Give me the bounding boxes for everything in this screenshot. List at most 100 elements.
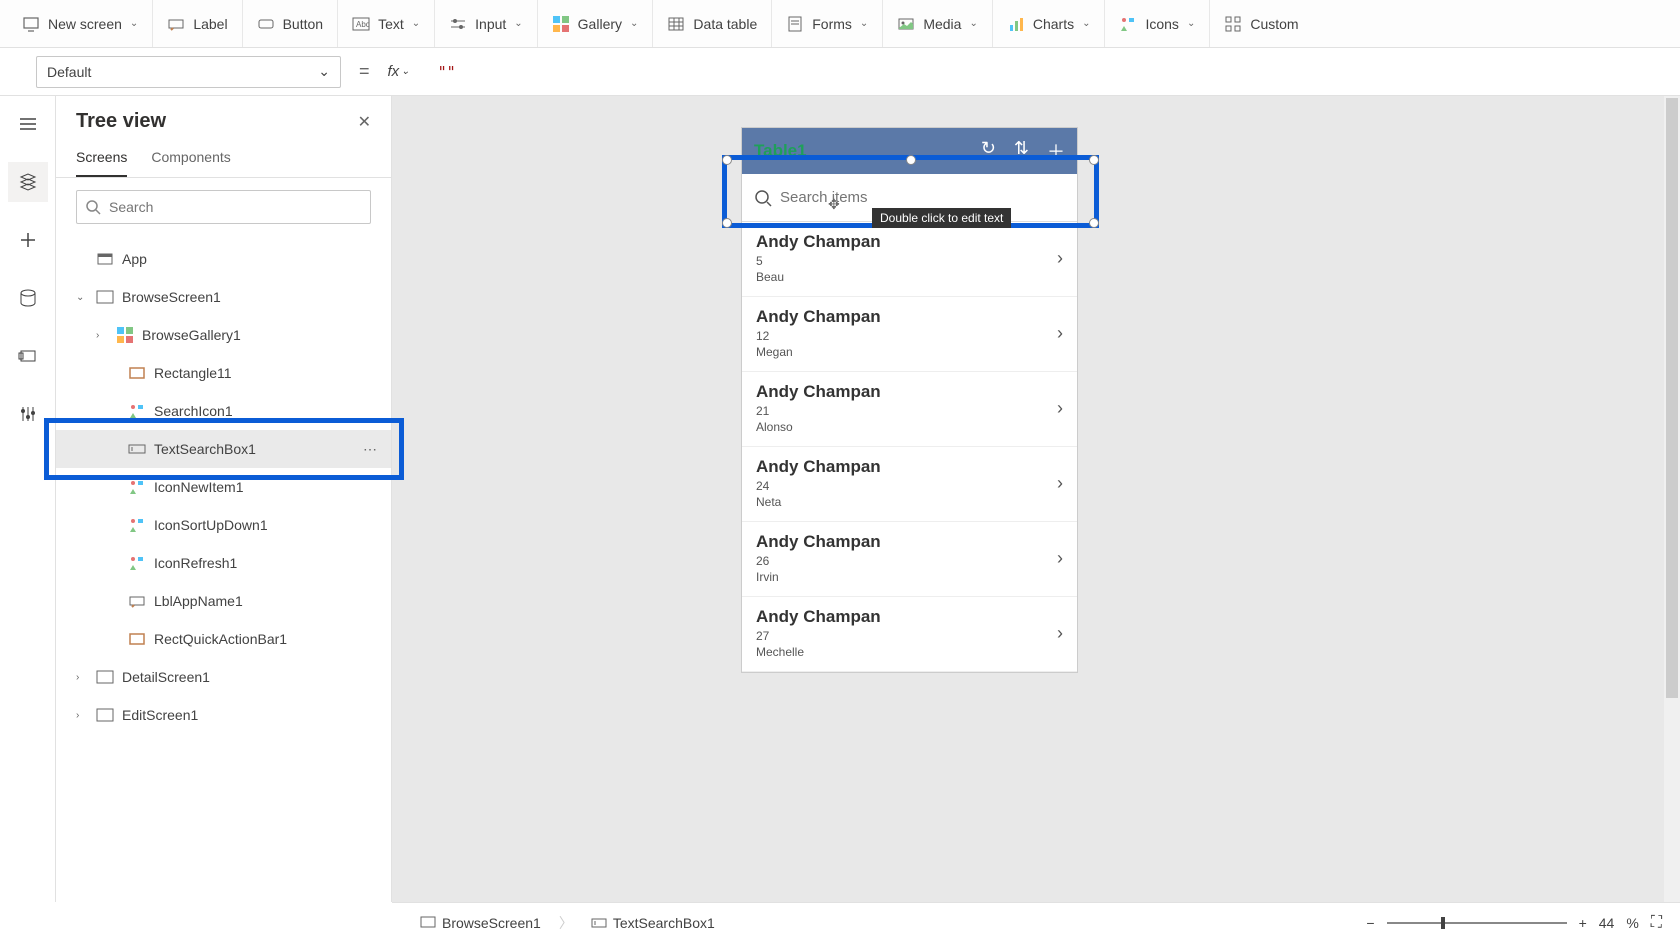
row-name: Andy Champan: [756, 382, 881, 402]
row-name: Andy Champan: [756, 532, 881, 552]
chevron-down-icon: ⌄: [1082, 18, 1090, 29]
fx-button[interactable]: fx ⌄: [388, 63, 410, 80]
tree-item-searchicon1[interactable]: SearchIcon1: [56, 392, 391, 430]
app-bar: Table1 ↻ ⇅ ＋: [742, 128, 1077, 174]
tree-item-icon: [128, 554, 146, 572]
tree-item-textsearchbox1[interactable]: TextSearchBox1 ⋯: [56, 430, 391, 468]
chevron-down-icon: ⌄: [130, 18, 138, 29]
breadcrumb-control[interactable]: TextSearchBox1: [581, 911, 725, 935]
input-label: Input: [475, 16, 506, 32]
fullscreen-button[interactable]: ⛶: [1651, 914, 1662, 932]
tree-item-label: App: [122, 251, 147, 267]
gallery-row[interactable]: Andy Champan24Neta›: [742, 447, 1077, 522]
tree-item-label: BrowseScreen1: [122, 289, 221, 305]
tree-item-browsescreen1[interactable]: ⌄BrowseScreen1: [56, 278, 391, 316]
zoom-slider[interactable]: [1387, 922, 1567, 924]
gallery-button[interactable]: Gallery ⌄: [538, 0, 654, 47]
more-button[interactable]: ⋯: [363, 441, 379, 458]
new-screen-button[interactable]: New screen ⌄: [8, 0, 153, 47]
tree-item-app[interactable]: App: [56, 240, 391, 278]
gallery-row[interactable]: Andy Champan5Beau›: [742, 222, 1077, 297]
label-button[interactable]: Label: [153, 0, 242, 47]
insert-button[interactable]: [8, 220, 48, 260]
tree-item-detailscreen1[interactable]: ›DetailScreen1: [56, 658, 391, 696]
tree-view-button[interactable]: [8, 162, 48, 202]
row-value: 5: [756, 254, 881, 268]
media-rail-button[interactable]: [8, 336, 48, 376]
tree-item-icon: [128, 364, 146, 382]
zoom-value: 44: [1599, 915, 1615, 931]
tree-item-rectquickactionbar1[interactable]: RectQuickActionBar1: [56, 620, 391, 658]
button-button[interactable]: Button: [243, 0, 338, 47]
tree-item-label: BrowseGallery1: [142, 327, 241, 343]
custom-label: Custom: [1250, 16, 1298, 32]
row-value: 27: [756, 629, 881, 643]
tab-screens[interactable]: Screens: [76, 141, 127, 177]
datatable-label: Data table: [693, 16, 757, 32]
row-value: 21: [756, 404, 881, 418]
data-button[interactable]: [8, 278, 48, 318]
forms-icon: [786, 15, 804, 33]
tree-item-rectangle11[interactable]: Rectangle11: [56, 354, 391, 392]
gallery-row[interactable]: Andy Champan27Mechelle›: [742, 597, 1077, 672]
property-selector[interactable]: Default ⌄: [36, 56, 341, 88]
zoom-in-button[interactable]: +: [1579, 915, 1587, 931]
text-button[interactable]: Abc Text ⌄: [338, 0, 435, 47]
media-button[interactable]: Media ⌄: [883, 0, 993, 47]
custom-button[interactable]: Custom: [1210, 0, 1312, 47]
search-input[interactable]: [780, 189, 1065, 206]
datatable-button[interactable]: Data table: [653, 0, 772, 47]
gallery-label: Gallery: [578, 16, 622, 32]
left-rail: [0, 96, 56, 902]
add-icon[interactable]: ＋: [1047, 138, 1065, 164]
screen-icon: [22, 15, 40, 33]
scrollbar[interactable]: [1664, 96, 1680, 902]
tree-item-lblappname1[interactable]: LblAppName1: [56, 582, 391, 620]
tree-search[interactable]: [76, 190, 371, 224]
row-sub: Beau: [756, 270, 881, 284]
tree-item-label: IconRefresh1: [154, 555, 237, 571]
charts-button[interactable]: Charts ⌄: [993, 0, 1106, 47]
tab-components[interactable]: Components: [151, 141, 230, 177]
row-name: Andy Champan: [756, 607, 881, 627]
tree-item-editscreen1[interactable]: ›EditScreen1: [56, 696, 391, 734]
gallery-row[interactable]: Andy Champan12Megan›: [742, 297, 1077, 372]
tree-item-label: TextSearchBox1: [154, 441, 256, 457]
gallery-row[interactable]: Andy Champan21Alonso›: [742, 372, 1077, 447]
row-value: 12: [756, 329, 881, 343]
tree-item-label: IconSortUpDown1: [154, 517, 268, 533]
icons-button[interactable]: Icons ⌄: [1105, 0, 1210, 47]
tree-item-icon: [96, 668, 114, 686]
search-icon: [85, 199, 101, 215]
hamburger-button[interactable]: [8, 104, 48, 144]
forms-button[interactable]: Forms ⌄: [772, 0, 883, 47]
zoom-out-button[interactable]: −: [1366, 915, 1374, 931]
tree-item-label: IconNewItem1: [154, 479, 243, 495]
charts-label: Charts: [1033, 16, 1074, 32]
chevron-right-icon: ›: [1057, 323, 1063, 344]
tree-item-icon: [96, 250, 114, 268]
tree-item-iconsortupdown1[interactable]: IconSortUpDown1: [56, 506, 391, 544]
row-name: Andy Champan: [756, 457, 881, 477]
tree-item-browsegallery1[interactable]: ›BrowseGallery1: [56, 316, 391, 354]
breadcrumb-screen[interactable]: BrowseScreen1: [410, 911, 551, 935]
browse-gallery: Andy Champan 5 Beau ›Andy Champan12Megan› An…: [742, 222, 1077, 672]
tree-item-icon: [116, 326, 134, 344]
refresh-icon[interactable]: ↻: [981, 138, 996, 164]
advanced-button[interactable]: [8, 394, 48, 434]
new-screen-label: New screen: [48, 16, 122, 32]
gallery-row[interactable]: Andy Champan26Irvin›: [742, 522, 1077, 597]
datatable-icon: [667, 15, 685, 33]
tree-title: Tree view: [76, 110, 166, 133]
input-icon: [449, 15, 467, 33]
tree-item-iconnewitem1[interactable]: IconNewItem1: [56, 468, 391, 506]
canvas[interactable]: Table1 ↻ ⇅ ＋ Andy Champan5Beau›Andy Cham…: [392, 96, 1680, 902]
formula-value[interactable]: "": [422, 63, 456, 81]
gallery-icon: [552, 15, 570, 33]
sort-icon[interactable]: ⇅: [1014, 138, 1029, 164]
tree-item-iconrefresh1[interactable]: IconRefresh1: [56, 544, 391, 582]
svg-text:Abc: Abc: [356, 20, 370, 29]
close-panel-button[interactable]: ✕: [358, 112, 371, 132]
input-button[interactable]: Input ⌄: [435, 0, 538, 47]
tree-search-input[interactable]: [109, 199, 362, 215]
